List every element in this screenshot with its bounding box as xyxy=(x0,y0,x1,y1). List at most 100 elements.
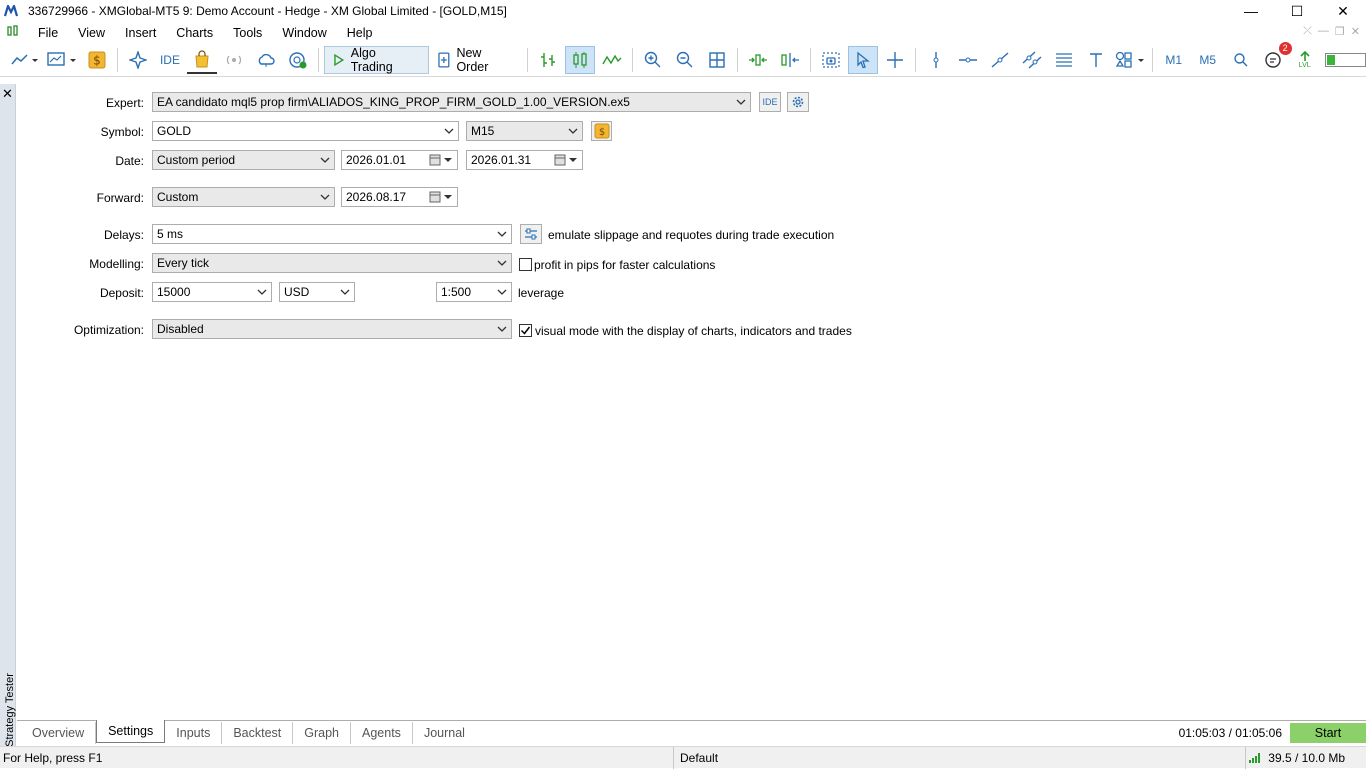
expert-ide-button[interactable]: IDE xyxy=(759,92,781,112)
zoom-out-icon[interactable] xyxy=(670,46,700,74)
mdi-minimize-button[interactable]: — xyxy=(1318,25,1329,38)
minimize-button[interactable]: — xyxy=(1228,0,1274,22)
auto-scroll-icon[interactable] xyxy=(775,46,805,74)
equidistant-channel-icon[interactable] xyxy=(1017,46,1047,74)
modelling-select[interactable]: Every tick xyxy=(152,253,512,273)
mdi-restore-button[interactable]: ❐ xyxy=(1335,25,1345,38)
maximize-button[interactable]: ☐ xyxy=(1274,0,1320,22)
tab-settings[interactable]: Settings xyxy=(96,720,166,743)
close-panel-icon[interactable]: ✕ xyxy=(2,86,13,102)
tab-agents[interactable]: Agents xyxy=(351,721,413,744)
close-button[interactable]: ✕ xyxy=(1320,0,1366,22)
cursor-icon[interactable] xyxy=(847,45,878,74)
menu-insert[interactable]: Insert xyxy=(115,26,166,40)
status-memory: 39.5 / 10.0 Mb xyxy=(1268,751,1345,765)
optimization-select[interactable]: Disabled xyxy=(152,319,512,339)
delay-settings-sliders-icon[interactable] xyxy=(520,224,542,244)
ai-sparkle-icon[interactable] xyxy=(123,46,153,74)
currency-select[interactable]: USD xyxy=(279,282,355,302)
new-chart-dropdown[interactable] xyxy=(44,46,80,74)
zoom-in-icon[interactable] xyxy=(638,46,668,74)
tile-windows-icon[interactable] xyxy=(702,46,732,74)
tab-overview[interactable]: Overview xyxy=(21,721,97,744)
checkmark-icon xyxy=(520,326,531,335)
deposit-select[interactable]: 15000 xyxy=(152,282,272,302)
vps-cloud-icon[interactable] xyxy=(251,46,281,74)
expert-select[interactable]: EA candidato mql5 prop firm\ALIADOS_KING… xyxy=(152,92,751,112)
trend-line-icon[interactable] xyxy=(985,46,1015,74)
start-button[interactable]: Start xyxy=(1290,723,1366,743)
fibonacci-icon[interactable] xyxy=(1049,46,1079,74)
candlestick-chart-icon[interactable] xyxy=(564,45,595,74)
separator xyxy=(914,47,916,72)
title-bar: 336729966 - XMGlobal-MT5 9: Demo Account… xyxy=(0,0,1366,22)
tab-graph[interactable]: Graph xyxy=(293,721,352,744)
community-icon[interactable] xyxy=(283,46,313,74)
status-help-text: For Help, press F1 xyxy=(3,751,103,765)
pin-icon[interactable]: ⤫ xyxy=(1303,25,1312,38)
market-bag-icon[interactable] xyxy=(186,46,217,74)
profit-in-pips-checkbox[interactable] xyxy=(519,258,532,271)
text-icon[interactable] xyxy=(1081,46,1111,74)
leverage-select[interactable]: 1:500 xyxy=(436,282,512,302)
signals-icon[interactable] xyxy=(219,46,249,74)
battery-level-indicator xyxy=(1324,52,1366,67)
visual-mode-checkbox[interactable] xyxy=(519,324,532,337)
visual-mode-label: visual mode with the display of charts, … xyxy=(535,324,852,338)
forward-label: Forward: xyxy=(96,191,144,205)
notification-badge: 2 xyxy=(1278,41,1292,55)
screenshot-icon[interactable] xyxy=(816,46,846,74)
menu-view[interactable]: View xyxy=(68,26,115,40)
chart-type-dropdown[interactable] xyxy=(8,46,42,74)
menu-help[interactable]: Help xyxy=(337,26,383,40)
strategy-tester-panel-strip: ✕ Strategy Tester xyxy=(0,84,16,747)
expert-value: EA candidato mql5 prop firm\ALIADOS_KING… xyxy=(157,95,630,109)
connection-bars-icon xyxy=(1249,753,1261,763)
timeframe-select[interactable]: M15 xyxy=(466,121,583,141)
status-divider xyxy=(1245,747,1246,769)
signal-level-icon[interactable]: LVL xyxy=(1290,46,1320,74)
separator xyxy=(631,47,633,72)
chart-window-icon[interactable] xyxy=(6,24,28,41)
status-connection[interactable]: 39.5 / 10.0 Mb xyxy=(1248,751,1345,765)
expert-settings-gear-icon[interactable] xyxy=(787,92,809,112)
currency-value: USD xyxy=(284,285,310,299)
date-from-picker[interactable]: 2026.01.01 xyxy=(341,150,458,170)
market-dollar-icon[interactable]: $ xyxy=(82,46,112,74)
horizontal-line-icon[interactable] xyxy=(953,46,983,74)
shapes-dropdown[interactable] xyxy=(1113,46,1147,74)
forward-mode-select[interactable]: Custom xyxy=(152,187,335,207)
bar-chart-icon[interactable] xyxy=(533,46,563,74)
leverage-value: 1:500 xyxy=(441,285,472,299)
tab-inputs[interactable]: Inputs xyxy=(165,721,223,744)
forward-date-picker[interactable]: 2026.08.17 xyxy=(341,187,458,207)
symbol-select[interactable]: GOLD xyxy=(152,121,459,141)
menu-file[interactable]: File xyxy=(28,26,68,40)
notifications-button[interactable]: 2 xyxy=(1258,41,1292,74)
vertical-line-icon[interactable] xyxy=(921,46,951,74)
timeframe-m1-button[interactable]: M1 xyxy=(1158,46,1190,74)
tab-backtest[interactable]: Backtest xyxy=(222,721,294,744)
date-to-picker[interactable]: 2026.01.31 xyxy=(466,150,583,170)
chevron-down-icon xyxy=(320,157,330,163)
tab-journal[interactable]: Journal xyxy=(413,722,476,744)
ide-button[interactable]: IDE xyxy=(155,46,185,74)
line-chart-icon[interactable] xyxy=(597,46,627,74)
mdi-close-button[interactable]: ✕ xyxy=(1351,25,1360,38)
chart-shift-icon[interactable] xyxy=(743,46,773,74)
symbol-spec-dollar-icon[interactable]: $ xyxy=(591,121,612,141)
status-profile[interactable]: Default xyxy=(673,747,718,769)
algo-trading-button[interactable]: Algo Trading xyxy=(323,45,429,74)
strategy-tester-title: Strategy Tester xyxy=(4,673,16,747)
separator xyxy=(317,47,319,72)
delays-select[interactable]: 5 ms xyxy=(152,224,512,244)
search-icon[interactable] xyxy=(1226,46,1256,74)
menu-charts[interactable]: Charts xyxy=(166,26,223,40)
timeframe-m5-button[interactable]: M5 xyxy=(1192,46,1224,74)
new-order-button[interactable]: New Order xyxy=(431,46,522,74)
crosshair-icon[interactable] xyxy=(880,46,910,74)
date-mode-select[interactable]: Custom period xyxy=(152,150,335,170)
algo-trading-label: Algo Trading xyxy=(350,45,393,74)
menu-tools[interactable]: Tools xyxy=(223,26,272,40)
menu-window[interactable]: Window xyxy=(272,26,336,40)
